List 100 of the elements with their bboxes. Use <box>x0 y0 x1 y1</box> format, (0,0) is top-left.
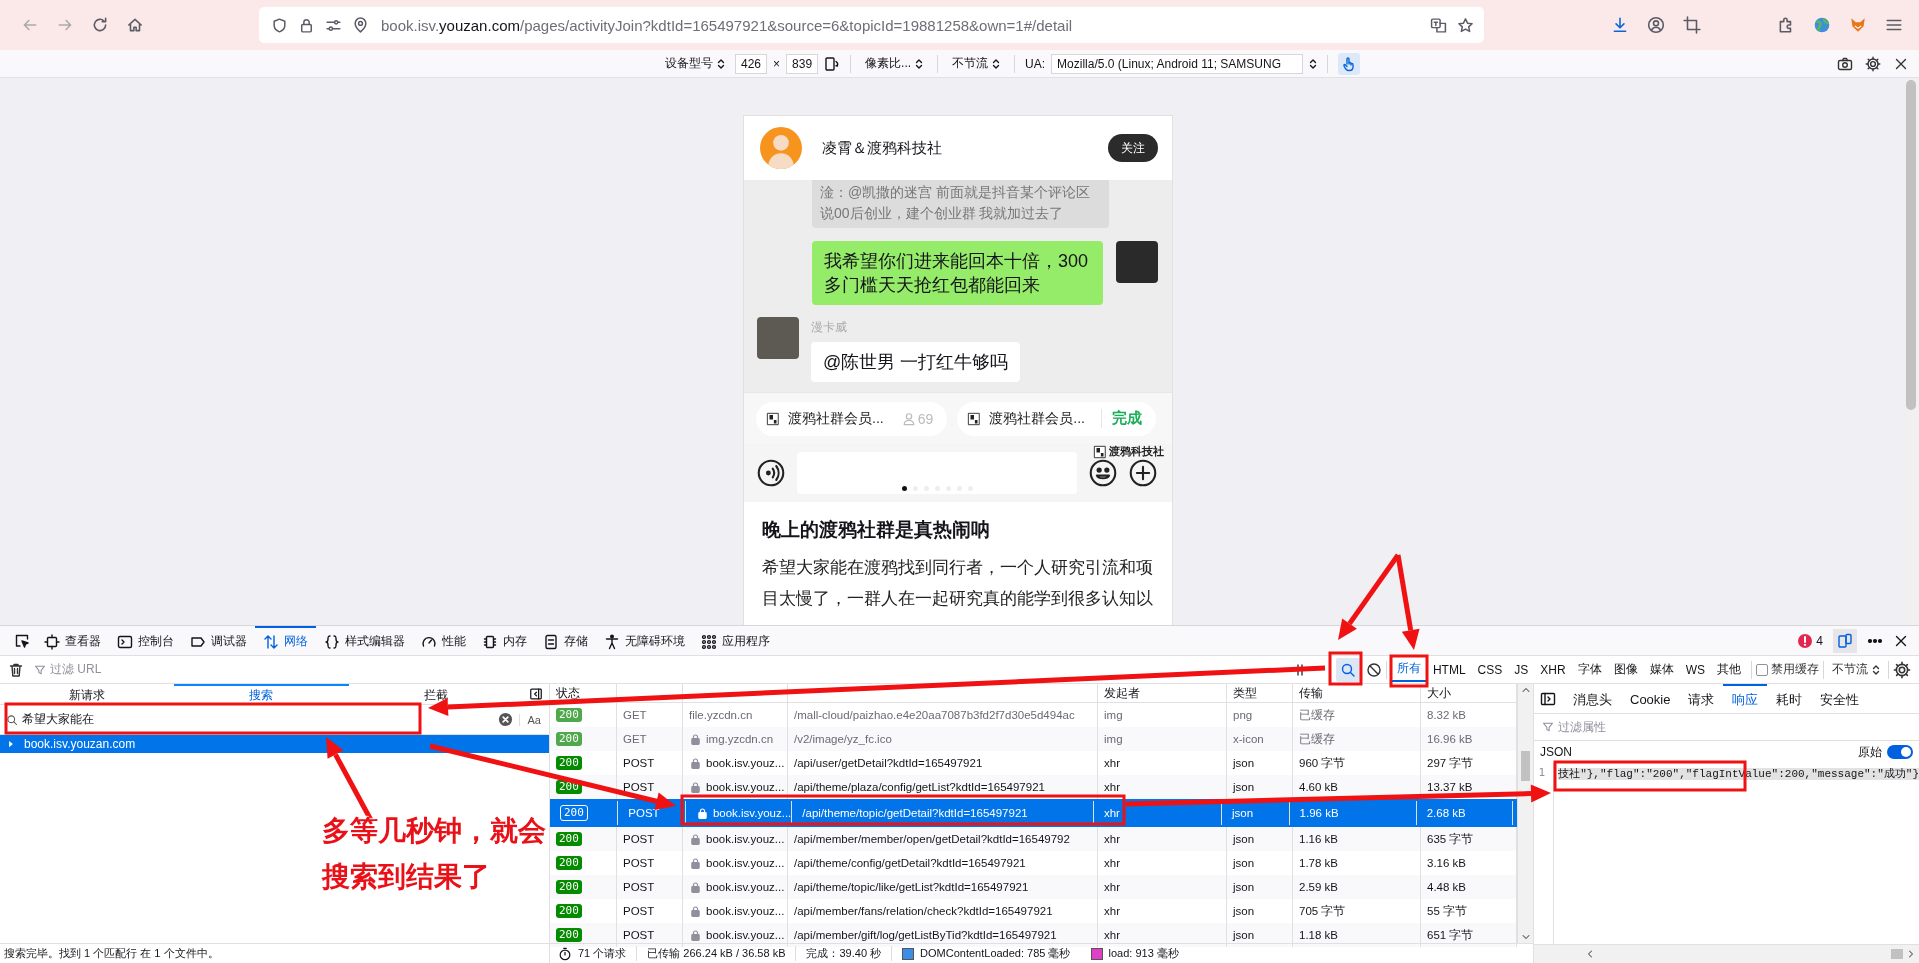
scroll-thumb[interactable] <box>1891 949 1903 959</box>
column-header[interactable]: 状态 <box>556 684 580 702</box>
accessibility-icon <box>604 633 620 650</box>
column-header[interactable]: 传输 <box>1299 684 1323 702</box>
panel-tab[interactable]: 拦截 <box>348 684 523 704</box>
panel-tab[interactable]: 新请求 <box>0 684 175 704</box>
checkbox[interactable] <box>1756 663 1768 676</box>
responsive-design-icon[interactable] <box>1837 632 1853 649</box>
toggle-sidebar-icon[interactable] <box>1540 690 1556 707</box>
collapse-panel-icon[interactable] <box>529 687 543 701</box>
user-agent-field[interactable]: Mozilla/5.0 (Linux; Android 11; SAMSUNG <box>1051 53 1304 74</box>
scrollbar[interactable] <box>1903 78 1919 625</box>
type-filter[interactable]: 字体 <box>1571 658 1608 681</box>
detail-tab[interactable]: Cookie <box>1621 684 1680 713</box>
devtools-tab[interactable]: 性能 <box>413 626 474 655</box>
detail-tab[interactable]: 安全性 <box>1811 684 1869 713</box>
device-select[interactable]: 设备型号 <box>661 53 729 74</box>
block-icon[interactable] <box>1365 661 1382 678</box>
clear-icon[interactable] <box>497 712 513 727</box>
account-icon[interactable] <box>1647 16 1665 34</box>
devtools-tab[interactable]: 样式编辑器 <box>316 626 413 655</box>
panel-tab[interactable]: 搜索 <box>174 684 349 704</box>
message-input[interactable] <box>797 452 1077 494</box>
scrollbar[interactable] <box>1517 684 1533 943</box>
group-chip[interactable]: 渡鸦社群会员... 69 <box>756 401 948 436</box>
settings-icon[interactable] <box>1865 55 1881 72</box>
table-cell: 705 字节 <box>1299 903 1346 919</box>
devtools-tab[interactable]: 内存 <box>474 626 535 655</box>
home-icon[interactable] <box>126 16 144 34</box>
trash-icon[interactable] <box>8 661 24 678</box>
type-filter[interactable]: 图像 <box>1607 658 1644 681</box>
download-icon[interactable] <box>1611 16 1629 34</box>
devtools-tab[interactable]: 网络 <box>255 626 316 655</box>
type-filter[interactable]: 所有 <box>1390 657 1427 682</box>
type-filter[interactable]: 其他 <box>1711 658 1747 681</box>
table-cell: POST <box>623 781 655 793</box>
detail-tab[interactable]: 消息头 <box>1564 684 1621 713</box>
devtools-tab[interactable]: 存储 <box>535 626 596 655</box>
raw-toggle[interactable] <box>1887 745 1913 759</box>
detail-tab[interactable]: 耗时 <box>1767 684 1812 713</box>
search-icon[interactable] <box>1339 661 1356 678</box>
throttle-select[interactable]: 不节流 <box>948 53 1005 74</box>
globe-icon[interactable] <box>1813 16 1831 34</box>
table-cell: 55 字节 <box>1427 903 1467 919</box>
table-cell: POST <box>623 881 655 893</box>
address-bar[interactable]: book.isv.youzan.com/pages/activityJoin?kdtId=165497921&source=6&topicId=19881258&own=1#/detail <box>259 7 1484 43</box>
detail-tab[interactable]: 响应 <box>1723 684 1768 713</box>
status-badge: 200 <box>560 805 588 821</box>
height-field[interactable]: 839 <box>786 53 819 74</box>
devtools-tab[interactable]: 查看器 <box>36 626 109 655</box>
scroll-thumb[interactable] <box>1521 751 1530 781</box>
done-label: 完成 <box>1100 409 1142 428</box>
carousel-dot[interactable] <box>901 486 907 491</box>
voice-icon[interactable] <box>757 459 785 487</box>
table-cell: img <box>1104 709 1123 721</box>
follow-button[interactable]: 关注 <box>1108 134 1158 162</box>
select-arrows-icon[interactable] <box>1309 57 1318 70</box>
request-row[interactable]: 200 GET img.yzcdn.cn /v2/image/yz_fc.ico img x-icon 已缓存 16.96 kB <box>550 727 1517 751</box>
translate-icon[interactable] <box>1430 16 1447 34</box>
search-field[interactable]: 希望大家能在 <box>22 712 492 727</box>
settings-icon[interactable] <box>1893 660 1911 679</box>
detail-tab[interactable]: 请求 <box>1679 684 1724 713</box>
star-icon[interactable] <box>1457 16 1474 34</box>
scroll-thumb[interactable] <box>1906 80 1916 410</box>
type-filter[interactable]: HTML <box>1426 659 1472 680</box>
type-filter[interactable]: 媒体 <box>1643 658 1680 681</box>
case-sensitive-toggle[interactable]: Aa <box>518 713 541 726</box>
devtools-tab[interactable]: 应用程序 <box>693 626 778 655</box>
devtools-tab[interactable]: 控制台 <box>109 626 182 655</box>
rotate-device-icon[interactable] <box>824 55 841 72</box>
type-filter[interactable]: WS <box>1679 659 1711 680</box>
search-icon <box>6 713 18 726</box>
request-row[interactable]: 200 POST book.isv.youz... /api/theme/topic/like/getList?kdtId=165497921 xhr json 2.59 kB 4.48 kB <box>550 875 1517 899</box>
table-cell: json <box>1233 757 1255 769</box>
throttle-select[interactable]: 不节流 <box>1828 659 1884 680</box>
devtools-tab[interactable]: 无障碍环境 <box>596 626 693 655</box>
request-row[interactable]: 200 POST book.isv.youz... /api/member/gift/log/getListByTid?kdtId=165497921 xhr json 1.18 kB 651 字节 <box>550 923 1517 947</box>
type-filter[interactable]: XHR <box>1534 659 1572 680</box>
screenshot-icon[interactable] <box>1837 55 1853 72</box>
width-field[interactable]: 426 <box>735 53 768 74</box>
element-picker-icon[interactable] <box>14 632 30 649</box>
table-cell: img.yzcdn.cn <box>706 733 774 745</box>
group-chip[interactable]: 渡鸦社群会员... 完成 <box>957 401 1156 436</box>
fox-icon[interactable] <box>1849 16 1867 34</box>
scrollbar[interactable] <box>1534 944 1919 963</box>
column-header[interactable]: 类型 <box>1233 684 1257 702</box>
lock-icon <box>298 16 315 34</box>
crop-icon[interactable] <box>1683 16 1701 34</box>
type-filter[interactable]: JS <box>1508 659 1535 680</box>
devtools-tab[interactable]: 调试器 <box>182 626 255 655</box>
plus-icon[interactable] <box>1129 459 1157 487</box>
smiley-icon[interactable] <box>1089 459 1117 487</box>
reload-icon[interactable] <box>91 16 109 34</box>
pixel-ratio-select[interactable]: 像素比... <box>861 53 928 74</box>
table-cell: 635 字节 <box>1427 831 1474 847</box>
type-filter[interactable]: CSS <box>1471 659 1509 680</box>
column-header[interactable]: 大小 <box>1427 684 1451 702</box>
column-header[interactable]: 发起者 <box>1104 684 1140 702</box>
search-result[interactable]: book.isv.youzan.com <box>0 735 549 753</box>
request-row[interactable]: 200 POST book.isv.youz... /api/member/member/open/getDetail?kdtId=16549792 xhr json 1.16 kB 635 字节 <box>550 827 1517 851</box>
